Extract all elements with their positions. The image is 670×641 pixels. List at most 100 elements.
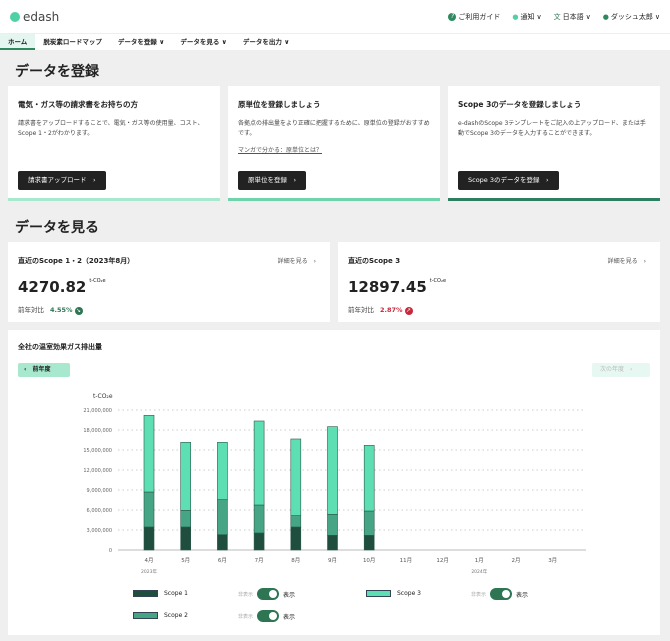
scope3-kpi-card: 直近のScope 3 詳細を見る › 12897.45 t-CO₂e 前年対比 2.… [338, 242, 660, 322]
y-tick-label: 12,000,000 [83, 468, 112, 474]
bar-scope-1 [363, 535, 375, 551]
x-tick-label: 6月 [218, 557, 227, 564]
unit-register-button[interactable]: 原単位を登録 › [238, 171, 307, 190]
view-heading: データを見る [15, 220, 99, 236]
legend-label: Scope 2 [164, 612, 189, 619]
y-tick-label: 3,000,000 [87, 528, 112, 534]
logo-icon [10, 11, 20, 22]
user-menu[interactable]: ● ダッシュ太郎 ∨ [603, 12, 660, 22]
bell-icon: ● [512, 12, 519, 21]
kpi-title: 直近のScope 3 [348, 257, 401, 265]
brand-logo[interactable]: edash [10, 10, 59, 24]
question-icon: ? [448, 12, 457, 21]
language-menu[interactable]: 文日本語 ∨ [554, 12, 591, 22]
x-tick-label: 5月 [181, 557, 190, 564]
kpi-unit: t-CO₂e [429, 278, 447, 284]
x-tick-label: 9月 [328, 557, 337, 564]
bar-scope-3 [363, 445, 375, 512]
bar-scope-1 [253, 532, 265, 551]
kpi-title: 直近のScope 1・2（2023年8月） [18, 257, 135, 265]
y-tick-label: 0 [109, 548, 112, 554]
bar-scope-2 [327, 514, 338, 536]
bar-scope-1 [217, 534, 228, 551]
language-icon: 文 [553, 12, 561, 21]
yoy-value: 2.87% [380, 306, 403, 314]
card-accent [448, 198, 660, 201]
legend-swatch [133, 590, 158, 597]
details-link[interactable]: 詳細を見る › [608, 256, 646, 265]
unit-card: 原単位を登録しましょう 各拠点の排出量をより正確に把握するために、原単位の登録が… [228, 86, 440, 201]
card-title: Scope 3のデータを登録しましょう [458, 100, 582, 109]
bar-scope-2 [290, 515, 302, 528]
bar-scope-2 [253, 504, 265, 534]
kpi-unit: t-CO₂e [89, 278, 106, 284]
card-desc: 請求書をアップロードすることで、電気・ガス等の使用量、コスト、Scope 1・2… [18, 120, 204, 137]
legend-label: Scope 1 [164, 590, 189, 597]
bar-scope-3 [143, 415, 155, 493]
y-axis-label: t-CO₂e [93, 393, 113, 400]
kpi-value: 4270.82 [18, 278, 87, 296]
x-tick-label: 8月 [291, 557, 300, 564]
card-desc: 各拠点の排出量をより正確に把握するために、原単位の登録がおすすめです。 [238, 120, 430, 137]
x-tick-label: 1月 [475, 557, 484, 564]
emissions-chart-card: 全社の温室効果ガス排出量 ‹ 前年度 次の年度 › t-CO₂e 0 3,000,0… [8, 330, 660, 635]
x-tick-label: 10月 [363, 557, 376, 564]
bar-scope-2 [180, 510, 191, 528]
card-accent [228, 198, 440, 201]
bar-scope-3 [290, 438, 302, 516]
scope2-toggle-group: 非表示 表示 [238, 610, 295, 622]
nav-export[interactable]: データを出力 ∨ [235, 34, 298, 50]
nav-register[interactable]: データを登録 ∨ [110, 34, 173, 50]
legend-swatch [366, 590, 391, 597]
scope1-toggle-group: 非表示 表示 [238, 588, 295, 600]
invoice-upload-button[interactable]: 請求書アップロード › [18, 171, 106, 190]
emissions-chart: t-CO₂e 0 3,000,000 6,000,000 9,000,000 12,000… [83, 393, 586, 575]
card-accent [8, 198, 220, 201]
scope1-toggle[interactable] [257, 588, 280, 600]
legend-scope3: Scope 3 [366, 590, 421, 597]
nav-view[interactable]: データを見る ∨ [172, 34, 235, 50]
notify-label: 通知 [520, 12, 535, 21]
x-tick-label: 3月 [548, 557, 557, 564]
hide-label: 非表示 [238, 613, 254, 620]
year-label: 2024年 [471, 568, 487, 575]
scope3-toggle[interactable] [490, 588, 513, 600]
language-label: 日本語 [562, 12, 584, 21]
x-tick-label: 2月 [512, 557, 521, 564]
scope2-toggle[interactable] [257, 610, 280, 622]
kpi-value: 12897.45 [348, 278, 427, 296]
x-tick-label: 11月 [400, 557, 413, 564]
notify-menu[interactable]: ● 通知 ∨ [512, 12, 541, 22]
details-link[interactable]: 詳細を見る › [278, 256, 316, 265]
bar-scope-3 [253, 420, 265, 506]
bar-scope-2 [143, 491, 155, 528]
show-label: 表示 [516, 591, 529, 599]
scope12-kpi-card: 直近のScope 1・2（2023年8月） 詳細を見る › 4270.82 t-C… [8, 242, 330, 322]
yoy-label: 前年対比 [348, 306, 374, 314]
guide-link[interactable]: ? ご利用ガイド [448, 12, 500, 22]
user-name: ダッシュ太郎 [610, 12, 653, 21]
legend-swatch [133, 612, 158, 619]
legend-scope2: Scope 2 [133, 612, 188, 619]
year-label: 2023年 [141, 568, 157, 575]
invoice-card: 電気・ガス等の請求書をお持ちの方 請求書をアップロードすることで、電気・ガス等の… [8, 86, 220, 201]
scope3-card: Scope 3のデータを登録しましょう e-dashのScope 3テンプレート… [448, 86, 660, 201]
nav-roadmap[interactable]: 脱炭素ロードマップ [35, 34, 110, 50]
manga-link[interactable]: マンガで分かる：原単位とは？ [238, 145, 430, 154]
prev-year-button[interactable]: ‹ 前年度 [18, 363, 70, 377]
nav-home[interactable]: ホーム [0, 34, 36, 50]
hide-label: 非表示 [471, 591, 487, 598]
card-desc: e-dashのScope 3テンプレートをご記入の上アップロード、または手動でS… [458, 120, 646, 137]
y-tick-label: 18,000,000 [83, 428, 112, 434]
chart-title: 全社の温室効果ガス排出量 [18, 343, 102, 351]
x-tick-label: 12月 [436, 557, 449, 564]
user-icon: ● [602, 12, 609, 21]
next-year-button[interactable]: 次の年度 › [592, 363, 650, 377]
bar-scope-1 [180, 526, 191, 551]
yoy-value: 4.55% [50, 306, 73, 314]
header: edash ? ご利用ガイド ● 通知 ∨ 文日本語 ∨ ● ダッシュ太郎 ∨ [0, 0, 670, 33]
scope3-register-button[interactable]: Scope 3のデータを登録 › [458, 171, 559, 190]
bar-scope-1 [143, 526, 155, 551]
bar-scope-3 [327, 426, 338, 515]
x-tick-label: 7月 [255, 557, 264, 564]
